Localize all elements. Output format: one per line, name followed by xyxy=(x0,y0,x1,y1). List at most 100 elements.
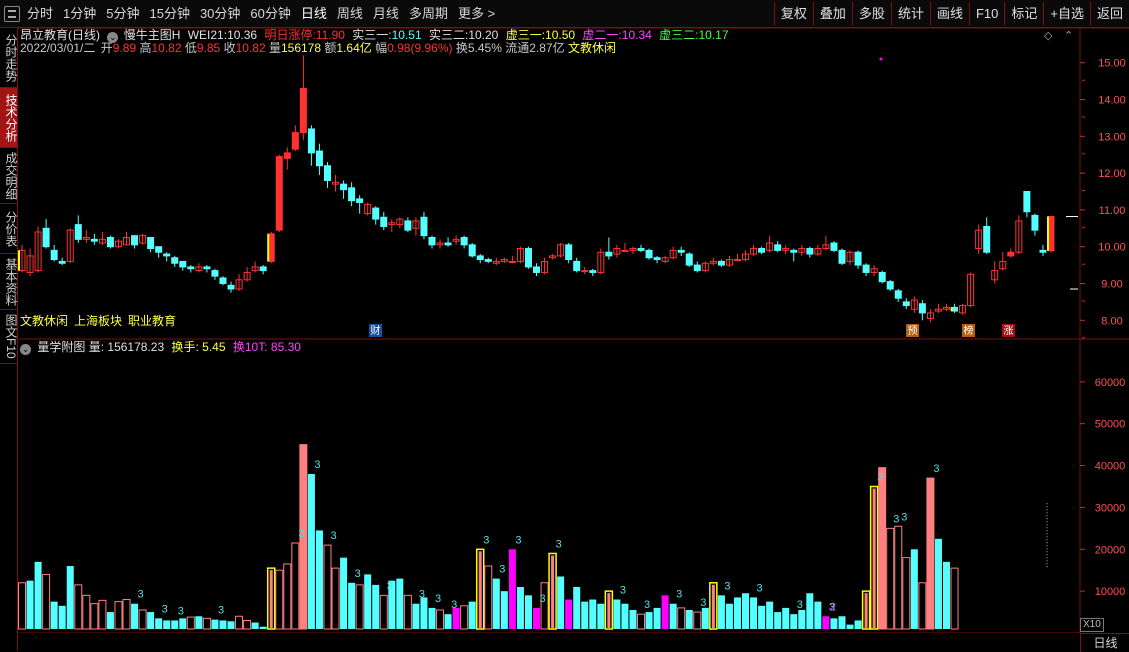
candle-body xyxy=(1023,191,1031,213)
volume-marker: 3 xyxy=(724,580,730,592)
candle-body xyxy=(428,236,436,246)
volume-bar xyxy=(58,605,66,629)
volume-tick-label: 50000 xyxy=(1095,419,1126,431)
candle-body xyxy=(1039,249,1047,253)
volume-bar xyxy=(637,613,646,630)
indicator-name[interactable]: 慢牛主图H xyxy=(124,28,181,42)
candle-body xyxy=(637,248,645,251)
turn-value: 5.45 xyxy=(202,340,226,354)
toolbar-button-4[interactable]: 画线 xyxy=(929,2,969,25)
candle-body xyxy=(573,260,581,272)
candle-body xyxy=(854,251,862,266)
volume-marker: 3 xyxy=(387,580,393,592)
volume-bar xyxy=(155,618,163,629)
turn10-value: 85.30 xyxy=(270,340,301,354)
volume-bar xyxy=(669,603,677,629)
volume-bar xyxy=(26,580,34,629)
volume-bar xyxy=(219,620,227,629)
sector-link[interactable]: 文教休闲 xyxy=(568,41,616,55)
tab-period-9[interactable]: 多周期 xyxy=(404,0,453,27)
tab-period-4[interactable]: 30分钟 xyxy=(195,0,245,27)
menu-icon[interactable] xyxy=(4,6,20,22)
volume-bar-inner xyxy=(864,593,868,628)
candle-body xyxy=(693,264,701,272)
toolbar-button-5[interactable]: F10 xyxy=(968,2,1004,25)
toolbar-button-1[interactable]: 叠加 xyxy=(812,2,852,25)
volume-bar xyxy=(412,603,420,629)
volume-bar xyxy=(379,594,388,630)
sidebar-tab-3[interactable]: 分价表 xyxy=(0,204,18,254)
volume-bar xyxy=(790,614,798,629)
sector-tag[interactable]: 职业教育 xyxy=(128,314,176,328)
candle-body xyxy=(886,281,894,290)
candle-body xyxy=(460,236,468,246)
volume-bar xyxy=(597,603,605,629)
candle-body xyxy=(581,270,589,273)
sidebar-tab-5[interactable]: 图文F10 xyxy=(0,310,18,364)
kline-chart[interactable]: 15.00 14.00 13.00 12.00 11.00 10.00 9.00 8.00 60… xyxy=(18,28,1129,633)
volume-marker: 3 xyxy=(757,582,763,594)
volume-bar xyxy=(581,601,589,629)
toolbar-button-0[interactable]: 复权 xyxy=(773,2,813,25)
dropdown-icon[interactable]: ⌄ xyxy=(20,344,31,355)
toolbar-button-7[interactable]: +自选 xyxy=(1043,2,1090,25)
volume-marker: 3 xyxy=(435,593,441,605)
tab-period-3[interactable]: 15分钟 xyxy=(144,0,194,27)
collapse-icon[interactable]: ⌃ xyxy=(1064,29,1073,42)
marker-dot xyxy=(879,57,883,61)
volume-marker: 3 xyxy=(355,568,361,580)
v1-value: 10.50 xyxy=(545,28,576,42)
period-tabs: 分时 1分钟 5分钟 15分钟 30分钟 60分钟 日线 周线 月线 多周期 更多 > xyxy=(22,0,500,27)
tab-period-10[interactable]: 更多 > xyxy=(453,0,500,27)
volume-marker: 3 xyxy=(162,603,168,615)
volume-bar xyxy=(589,599,597,629)
volume-bar xyxy=(436,609,445,630)
volume-bar xyxy=(283,563,292,630)
price-tick-label: 13.00 xyxy=(1098,131,1126,143)
volume-bar xyxy=(524,595,532,629)
candle-body xyxy=(677,249,685,253)
toolbar-button-3[interactable]: 统计 xyxy=(890,2,930,25)
sidebar-tab-0[interactable]: 分时走势 xyxy=(0,28,18,88)
volume-bar-inner xyxy=(607,593,611,628)
sidebar-tab-1[interactable]: 技术分析 xyxy=(0,88,18,148)
sidebar-tab-4[interactable]: 基本资料 xyxy=(0,254,18,310)
tab-period-2[interactable]: 5分钟 xyxy=(101,0,144,27)
volume-bar xyxy=(557,576,565,629)
volume-indicator-name[interactable]: 量学附图 xyxy=(37,340,85,354)
toolbar-button-6[interactable]: 标记 xyxy=(1004,2,1043,25)
zoom-badge[interactable]: X10 xyxy=(1080,618,1104,632)
volume-bar xyxy=(331,567,340,630)
tab-period-0[interactable]: 分时 xyxy=(22,0,58,27)
volume-bar-inner xyxy=(478,551,482,628)
volume-bar xyxy=(798,609,806,629)
v1-label: 虚三一: xyxy=(505,28,546,42)
diamond-icon[interactable]: ◇ xyxy=(1044,29,1052,42)
volume-bar xyxy=(348,582,356,629)
sector-tag[interactable]: 上海板块 xyxy=(74,314,122,328)
toolbar-button-2[interactable]: 多股 xyxy=(851,2,891,25)
volume-bar xyxy=(355,584,364,630)
candle-body xyxy=(227,284,235,290)
stock-title: 昂立教育(日线) xyxy=(20,28,100,42)
candle-body xyxy=(74,224,82,240)
tab-period-5[interactable]: 60分钟 xyxy=(245,0,295,27)
sector-tag[interactable]: 文教休闲 xyxy=(20,314,68,328)
tab-period-7[interactable]: 周线 xyxy=(332,0,368,27)
s1-label: 实三一: xyxy=(352,28,392,42)
candle-body xyxy=(508,260,516,263)
period-indicator[interactable]: 日线 xyxy=(1080,633,1129,652)
candle-body xyxy=(171,257,179,264)
tab-period-1[interactable]: 1分钟 xyxy=(58,0,101,27)
tab-period-8[interactable]: 月线 xyxy=(368,0,404,27)
toolbar-button-8[interactable]: 返回 xyxy=(1089,2,1129,25)
chg-label: 幅 xyxy=(375,41,388,55)
volume-bar xyxy=(918,582,927,630)
tab-period-6[interactable]: 日线 xyxy=(296,0,332,27)
float-value: 2.87亿 xyxy=(529,41,565,55)
volume-bar xyxy=(403,594,412,630)
volume-marker: 3 xyxy=(901,511,907,523)
volume-bar-inner xyxy=(711,584,715,628)
sidebar-tab-2[interactable]: 成交明细 xyxy=(0,148,18,204)
toolbar-buttons: 复权 叠加 多股 统计 画线 F10 标记 +自选 返回 xyxy=(773,2,1129,25)
